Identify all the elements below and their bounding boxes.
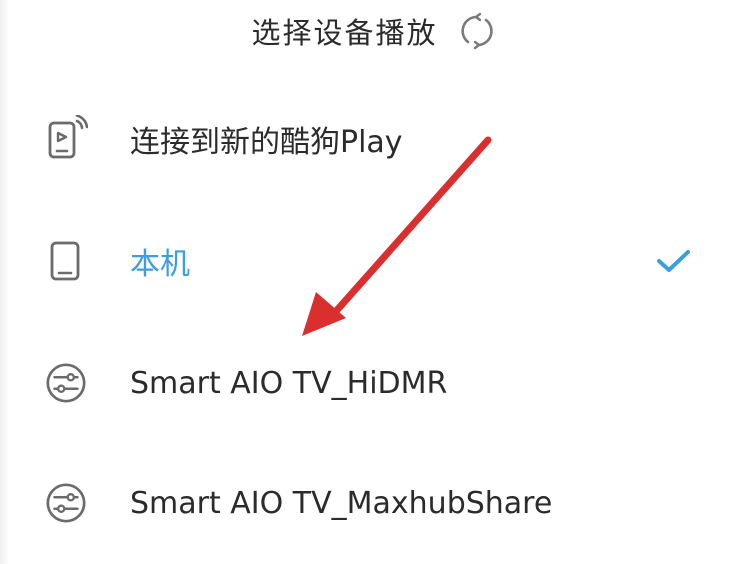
device-item-new-kugou-play[interactable]: 连接到新的酷狗Play <box>0 84 747 194</box>
device-label: 连接到新的酷狗Play <box>130 125 403 160</box>
dlna-device-icon <box>44 481 88 525</box>
cast-phone-icon <box>44 115 88 161</box>
device-label: Smart AIO TV_HiDMR <box>130 365 448 401</box>
dlna-device-icon <box>44 361 88 405</box>
page-title: 选择设备播放 <box>251 16 438 50</box>
device-picker-sheet: 选择设备播放 连接到新的酷狗Play 本机 Smart AIO TV_HiDMR… <box>0 0 747 564</box>
check-icon <box>654 241 694 281</box>
refresh-icon <box>460 12 493 50</box>
device-item-maxhubshare[interactable]: Smart AIO TV_MaxhubShare <box>0 448 747 558</box>
phone-icon <box>44 239 88 283</box>
device-label: Smart AIO TV_MaxhubShare <box>130 485 553 521</box>
device-item-local[interactable]: 本机 <box>0 206 747 316</box>
header: 选择设备播放 <box>0 0 747 62</box>
refresh-button[interactable] <box>458 12 496 50</box>
device-item-hidmr[interactable]: Smart AIO TV_HiDMR <box>0 328 747 438</box>
device-label-selected: 本机 <box>130 247 190 282</box>
